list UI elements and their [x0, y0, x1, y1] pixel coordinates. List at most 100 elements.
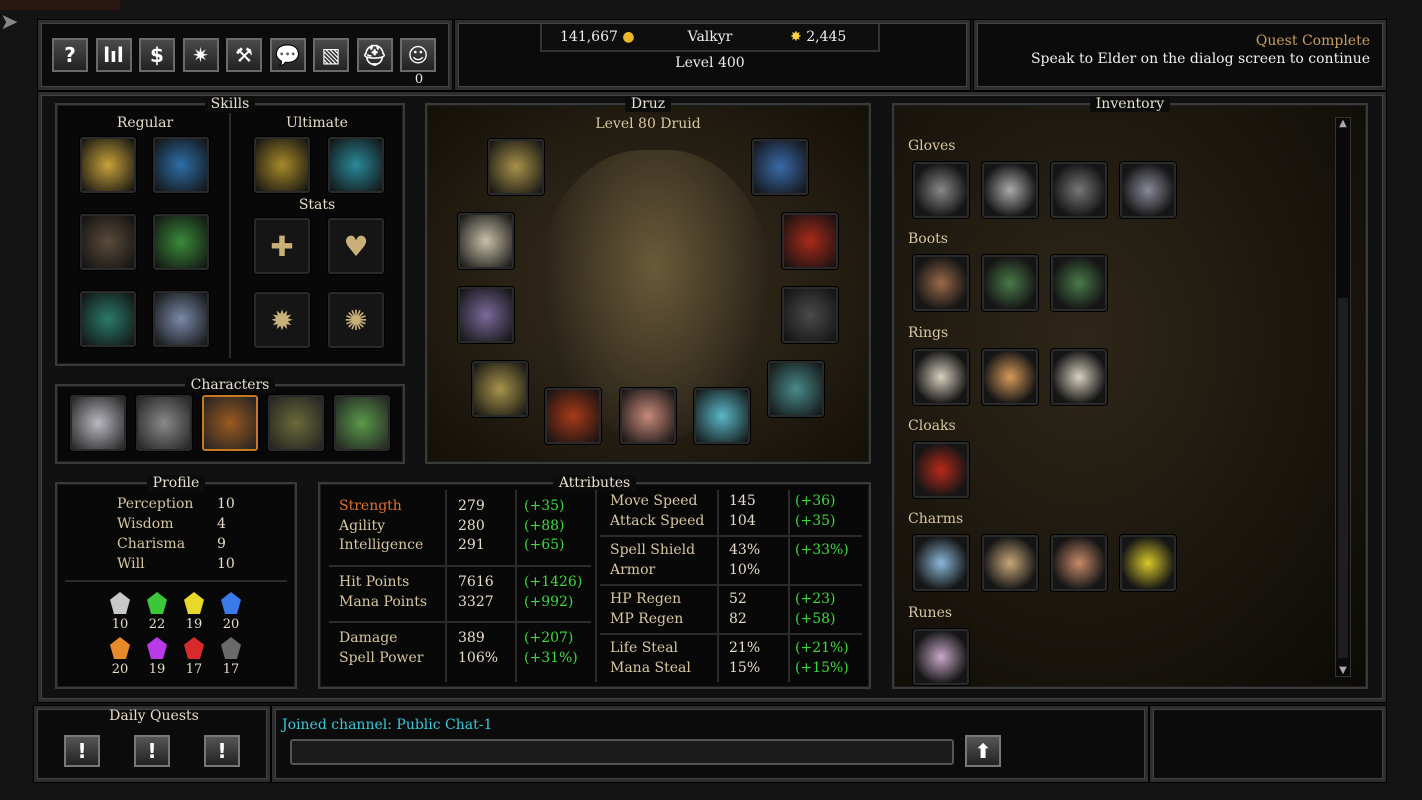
- attribute-bonus: (+58): [795, 610, 836, 627]
- gloves-item[interactable]: [982, 162, 1038, 218]
- party-button[interactable]: ☺: [400, 38, 436, 72]
- charms-item[interactable]: [1120, 535, 1176, 592]
- runes-item[interactable]: [913, 628, 969, 685]
- skill-lightning-strike-icon[interactable]: [254, 137, 310, 193]
- chat-icon: 💬: [275, 43, 300, 67]
- hammer-icon: ⚒: [235, 43, 253, 67]
- stats-button[interactable]: lıl: [95, 38, 132, 72]
- skill-frost-skull-icon[interactable]: [153, 291, 209, 347]
- charms-item[interactable]: [1051, 535, 1107, 592]
- attribute-bonus: (+65): [524, 537, 565, 553]
- plus-icon[interactable]: ✚: [254, 218, 310, 274]
- scroll-down-icon[interactable]: ▼: [1336, 665, 1350, 676]
- scroll-slot[interactable]: [694, 388, 750, 444]
- attribute-bonus: (+33%): [795, 542, 849, 558]
- gold-coins-icon: ●: [622, 29, 635, 45]
- help-icon: ?: [64, 43, 76, 67]
- inventory-category-runes: Runes: [908, 604, 953, 621]
- skill-rainbow-orb-icon[interactable]: [153, 214, 209, 270]
- attribute-bonus: (+36): [795, 493, 836, 509]
- sun-icon[interactable]: ✺: [328, 292, 384, 348]
- profile-trait-value: 10: [217, 556, 235, 572]
- boots-item[interactable]: [913, 255, 969, 312]
- skill-holy-burst-icon[interactable]: [80, 137, 136, 193]
- gem-count: 17: [222, 662, 240, 677]
- attribute-value: 82: [729, 610, 747, 627]
- gold-display: 141,667 ●: [560, 29, 635, 45]
- rings-item[interactable]: [913, 348, 969, 405]
- profile-trait-label: Perception: [117, 496, 194, 512]
- divider: [329, 565, 591, 567]
- charms-item[interactable]: [913, 535, 969, 592]
- arrow-up-icon: ⬆: [974, 739, 992, 763]
- character-portrait-goblin[interactable]: [334, 395, 390, 451]
- chat-input[interactable]: [290, 739, 954, 765]
- attribute-value: 52: [729, 591, 747, 607]
- spark-icon: ✷: [192, 43, 209, 67]
- chat-send-button[interactable]: ⬆: [965, 735, 1001, 767]
- skill-poison-dagger-icon[interactable]: [80, 291, 136, 347]
- pouch-slot[interactable]: [458, 213, 514, 269]
- player-level: Level 400: [675, 55, 745, 71]
- scroll-thumb[interactable]: [1338, 298, 1348, 658]
- shop-button[interactable]: $: [139, 38, 175, 72]
- character-portrait-treant[interactable]: [268, 395, 324, 451]
- helmet-button[interactable]: ⛑: [356, 38, 393, 72]
- gem-necklace-slot[interactable]: [752, 139, 808, 195]
- charms-item[interactable]: [982, 535, 1038, 592]
- scroll-up-icon[interactable]: ▲: [1336, 118, 1350, 129]
- attribute-label: Mana Steal: [610, 659, 691, 676]
- attribute-value: 15%: [729, 659, 761, 676]
- quest-message[interactable]: Speak to Elder on the dialog screen to c…: [1031, 51, 1370, 67]
- stars-amount: 2,445: [806, 29, 847, 45]
- attribute-value: 7616: [458, 574, 494, 590]
- quest-status: Quest Complete: [1255, 33, 1370, 49]
- character-portrait-valkyrie[interactable]: [70, 395, 126, 451]
- character-portrait-hooded-mage[interactable]: [136, 395, 192, 451]
- map-button[interactable]: ▧: [313, 38, 349, 72]
- chat-button[interactable]: 💬: [269, 38, 306, 72]
- help-button[interactable]: ?: [52, 38, 88, 72]
- armor-slot[interactable]: [782, 287, 838, 343]
- gem-count: 19: [185, 617, 203, 632]
- character-portrait-druid[interactable]: [202, 395, 258, 451]
- exclamation-icon: !: [147, 739, 157, 763]
- attribute-value: 280: [458, 517, 485, 534]
- inventory-scrollbar[interactable]: ▲ ▼: [1335, 117, 1351, 677]
- divider: [600, 535, 862, 537]
- ring-slot[interactable]: [768, 361, 824, 417]
- rings-item[interactable]: [1051, 348, 1107, 405]
- gauntlet-slot[interactable]: [472, 361, 528, 417]
- cloak-slot[interactable]: [782, 213, 838, 269]
- skull-charm-slot[interactable]: [458, 287, 514, 343]
- amulet-slot[interactable]: [488, 139, 544, 195]
- profile-trait-value: 10: [217, 496, 235, 512]
- rune-stone-slot[interactable]: [545, 388, 601, 444]
- star-burst-icon[interactable]: ✹: [254, 292, 310, 348]
- gloves-item[interactable]: [913, 162, 969, 218]
- daily-quest-button[interactable]: !: [134, 735, 170, 767]
- gem-count: 20: [222, 617, 240, 632]
- stars-display: ✸ 2,445: [790, 29, 846, 45]
- attribute-value: 43%: [729, 542, 761, 558]
- boots-slot[interactable]: [620, 388, 676, 444]
- gloves-item[interactable]: [1120, 162, 1176, 218]
- cloaks-item[interactable]: [913, 441, 969, 498]
- attribute-label: Spell Power: [339, 649, 424, 666]
- attribute-label: Mana Points: [339, 593, 428, 610]
- daily-quest-button[interactable]: !: [204, 735, 240, 767]
- inventory-category-cloaks: Cloaks: [908, 417, 956, 434]
- bottom-right-panel: [1150, 706, 1386, 782]
- daily-quest-button[interactable]: !: [64, 735, 100, 767]
- boots-item[interactable]: [982, 255, 1038, 312]
- gloves-item[interactable]: [1051, 162, 1107, 218]
- skill-lightning-icon[interactable]: [153, 137, 209, 193]
- attribute-value: 106%: [458, 649, 499, 666]
- skill-ice-blade-icon[interactable]: [328, 137, 384, 193]
- heart-icon[interactable]: ♥: [328, 218, 384, 274]
- rings-item[interactable]: [982, 348, 1038, 405]
- hammer-button[interactable]: ⚒: [226, 38, 262, 72]
- spark-button[interactable]: ✷: [182, 38, 219, 72]
- skill-shadow-hands-icon[interactable]: [80, 214, 136, 270]
- boots-item[interactable]: [1051, 255, 1107, 312]
